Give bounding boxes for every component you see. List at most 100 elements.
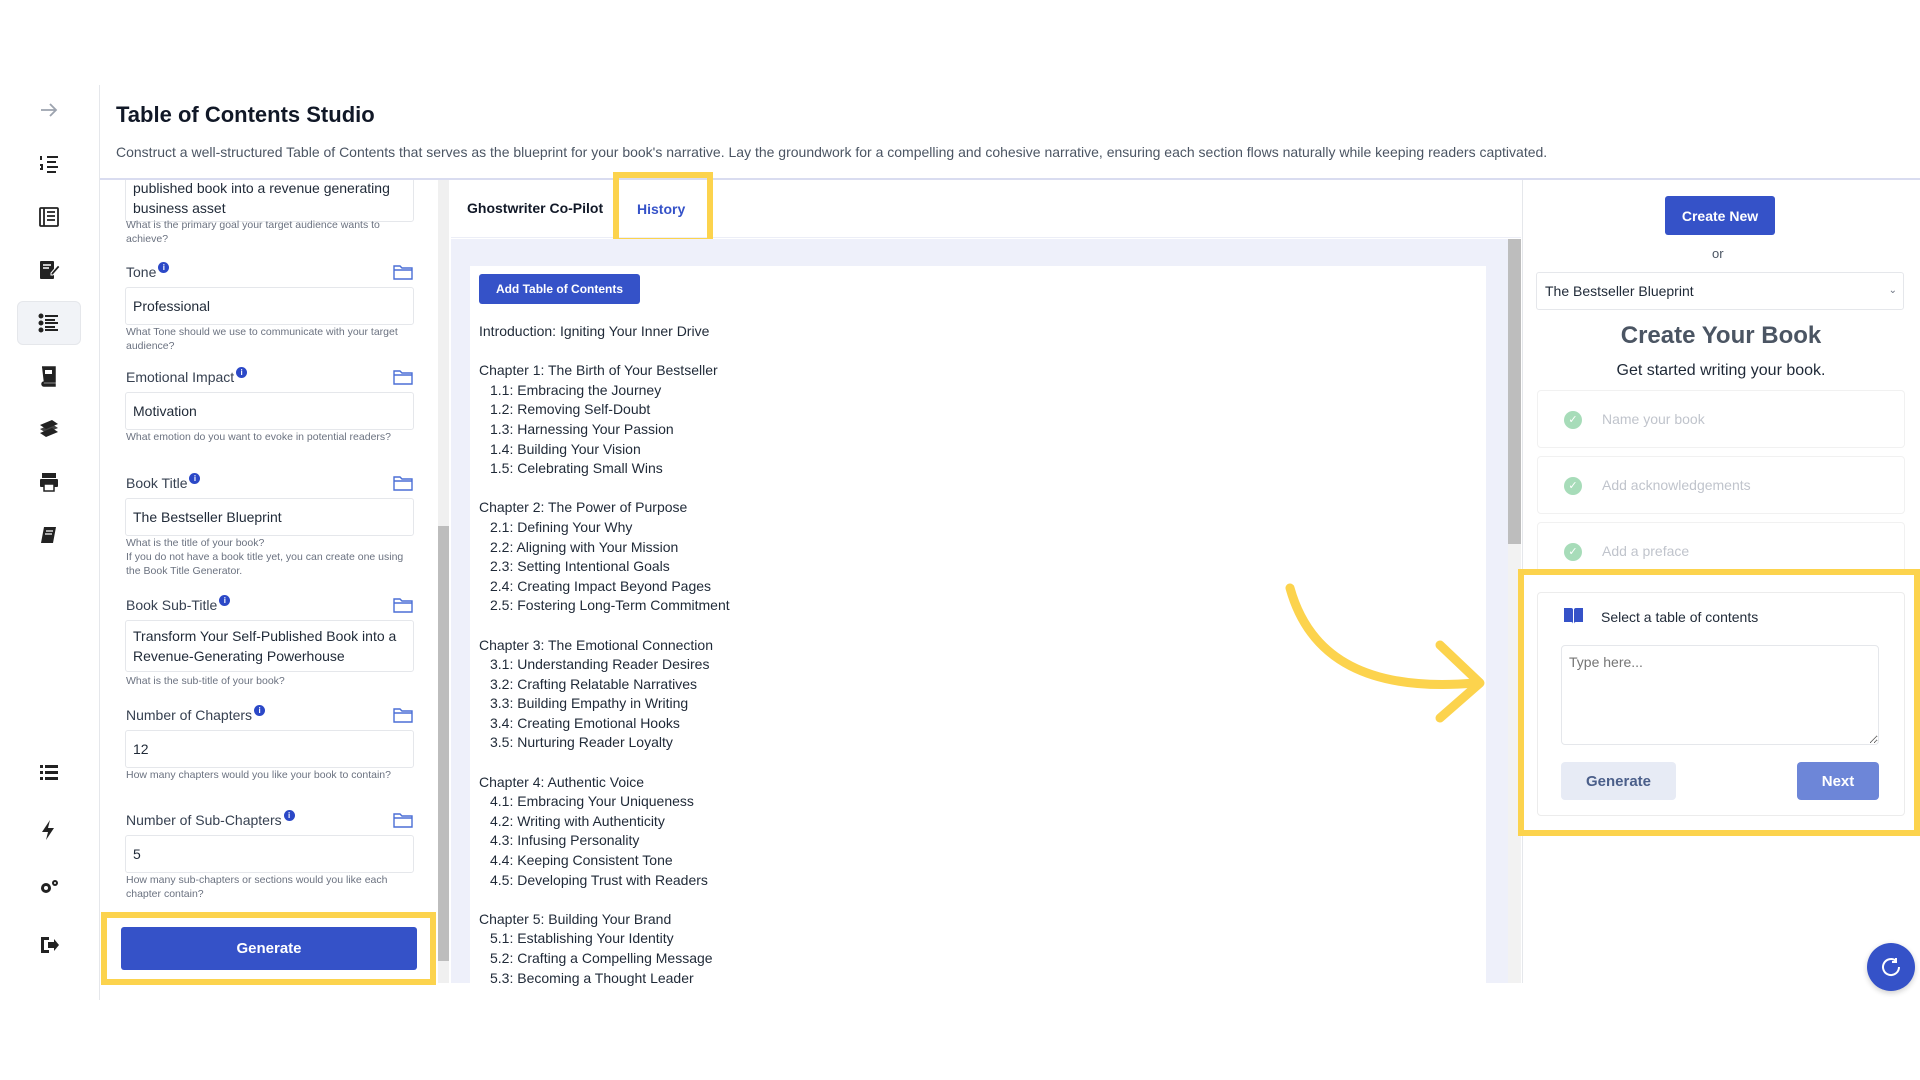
book-title-label: Book Title i — [126, 473, 201, 491]
emotion-label-text: Emotional Impact — [126, 369, 235, 385]
toc-subchapter: 3.4: Creating Emotional Hooks — [490, 714, 680, 731]
page-title: Table of Contents Studio — [116, 102, 375, 127]
toc-subchapter: 5.3: Becoming a Thought Leader — [490, 969, 694, 986]
toc-subchapter: 1.4: Building Your Vision — [490, 440, 641, 457]
toc-subchapter: 4.2: Writing with Authenticity — [490, 812, 665, 829]
emotion-label: Emotional Impact i — [126, 367, 248, 385]
info-icon[interactable]: i — [283, 810, 295, 821]
book-details-form: published book into a revenue generating… — [101, 180, 449, 983]
check-icon: ✓ — [1564, 411, 1582, 429]
toc-chapter-heading: Chapter 4: Authentic Voice — [479, 773, 644, 790]
check-icon: ✓ — [1564, 477, 1582, 495]
toc-subchapter: 2.1: Defining Your Why — [490, 518, 633, 535]
settings-icon[interactable] — [17, 866, 81, 910]
subchapters-help: How many sub-chapters or sections would … — [126, 874, 388, 900]
toc-spacer — [479, 342, 1079, 362]
edit-document-icon[interactable] — [17, 248, 81, 292]
chat-launcher-button[interactable] — [1867, 943, 1915, 991]
emotion-help: What emotion do you want to evoke in pot… — [126, 431, 391, 443]
create-new-button[interactable]: Create New — [1665, 196, 1775, 235]
toc-subchapter: 4.1: Embracing Your Uniqueness — [490, 793, 694, 810]
step-acknowledgements[interactable]: ✓ Add acknowledgements — [1537, 456, 1905, 514]
book-title-input[interactable]: The Bestseller Blueprint — [125, 498, 414, 536]
book-title-label-text: Book Title — [126, 475, 188, 491]
emotion-input[interactable]: Motivation — [125, 392, 414, 430]
info-icon[interactable]: i — [219, 595, 231, 606]
toc-subchapter: 5.1: Establishing Your Identity — [490, 930, 674, 947]
book-icon[interactable] — [17, 513, 81, 557]
tone-help: What Tone should we use to communicate w… — [126, 326, 398, 352]
book-select-dropdown[interactable]: The Bestseller Blueprint ⌄ — [1536, 272, 1904, 310]
tone-label-text: Tone — [126, 264, 157, 280]
logout-icon[interactable] — [17, 923, 81, 967]
folder-icon[interactable] — [393, 812, 413, 828]
info-icon[interactable]: i — [236, 367, 248, 378]
arrow-right-icon[interactable] — [17, 88, 81, 132]
folder-icon[interactable] — [393, 475, 413, 491]
tab-bar — [451, 180, 1521, 238]
tab-ghostwriter-copilot[interactable]: Ghostwriter Co-Pilot — [467, 200, 603, 216]
toc-chapter-heading: Chapter 5: Building Your Brand — [479, 910, 672, 927]
book-subtitle-label: Book Sub-Title i — [126, 595, 231, 613]
subchapters-label: Number of Sub-Chapters i — [126, 810, 295, 828]
toc-subchapter: 4.3: Infusing Personality — [490, 832, 640, 849]
toc-subchapter: 3.2: Crafting Relatable Narratives — [490, 675, 697, 692]
toc-spacer — [479, 479, 1079, 499]
subchapters-input[interactable]: 5 — [125, 835, 414, 873]
toc-subchapter: 3.3: Building Empathy in Writing — [490, 695, 689, 712]
form-scrollbar-thumb[interactable] — [438, 526, 449, 961]
toc-subchapter: 2.2: Aligning with Your Mission — [490, 538, 679, 555]
generate-button[interactable]: Generate — [121, 927, 417, 970]
toc-spacer — [479, 616, 1079, 636]
card-generate-button[interactable]: Generate — [1561, 762, 1676, 800]
subchapters-label-text: Number of Sub-Chapters — [126, 812, 282, 828]
history-scrollbar-thumb[interactable] — [1508, 239, 1521, 544]
toc-subchapter: 2.3: Setting Intentional Goals — [490, 558, 670, 575]
toc-subchapter: 2.5: Fostering Long-Term Commitment — [490, 597, 730, 614]
tone-input[interactable]: Professional — [125, 287, 414, 325]
toc-list-icon[interactable] — [17, 301, 81, 345]
bolt-icon[interactable] — [17, 808, 81, 852]
book-cover-icon[interactable] — [17, 354, 81, 398]
list-icon[interactable] — [17, 750, 81, 794]
book-list-icon[interactable] — [17, 195, 81, 239]
info-icon[interactable]: i — [254, 705, 266, 716]
toc-textarea[interactable] — [1561, 645, 1879, 745]
info-icon[interactable]: i — [189, 473, 201, 484]
tab-history[interactable]: History — [637, 201, 685, 217]
ordered-list-icon[interactable] — [17, 142, 81, 186]
next-button[interactable]: Next — [1797, 762, 1879, 800]
folder-icon[interactable] — [393, 264, 413, 280]
annotation-arrow — [1285, 583, 1485, 723]
toc-subchapter: 2.4: Creating Impact Beyond Pages — [490, 577, 712, 594]
toc-list: Introduction: Igniting Your Inner Drive C… — [479, 322, 1079, 988]
add-table-of-contents-button[interactable]: Add Table of Contents — [479, 274, 640, 304]
toc-chapter-heading: Chapter 2: The Power of Purpose — [479, 499, 688, 516]
create-book-subheading: Get started writing your book. — [1616, 362, 1826, 379]
chapters-help: How many chapters would you like your bo… — [126, 769, 391, 781]
toc-subchapter: 1.1: Embracing the Journey — [490, 381, 662, 398]
goal-input[interactable]: published book into a revenue generating… — [125, 180, 414, 222]
book-subtitle-input[interactable]: Transform Your Self-Published Book into … — [125, 620, 414, 672]
book-subtitle-help: What is the sub-title of your book? — [126, 675, 285, 687]
info-icon[interactable]: i — [158, 262, 170, 273]
folder-icon[interactable] — [393, 369, 413, 385]
toc-subchapter: 1.5: Celebrating Small Wins — [490, 460, 663, 477]
chapters-label-text: Number of Chapters — [126, 707, 253, 723]
form-scroll-area: published book into a revenue generating… — [101, 180, 438, 983]
step-name-book[interactable]: ✓ Name your book — [1537, 390, 1905, 448]
toc-chapter-heading: Chapter 3: The Emotional Connection — [479, 636, 713, 653]
page-description: Construct a well-structured Table of Con… — [116, 144, 1548, 160]
toc-spacer — [479, 890, 1079, 910]
chapters-input[interactable]: 12 — [125, 730, 414, 768]
folder-icon[interactable] — [393, 707, 413, 723]
toc-spacer — [479, 753, 1079, 773]
toc-subchapter: 4.4: Keeping Consistent Tone — [490, 852, 673, 869]
toc-subchapter: 3.1: Understanding Reader Desires — [490, 656, 710, 673]
printer-icon[interactable] — [17, 460, 81, 504]
step-label: Add acknowledgements — [1602, 477, 1751, 493]
books-stack-icon[interactable] — [17, 407, 81, 451]
tone-label: Tone i — [126, 262, 170, 280]
folder-icon[interactable] — [393, 597, 413, 613]
open-book-icon — [1564, 608, 1583, 624]
